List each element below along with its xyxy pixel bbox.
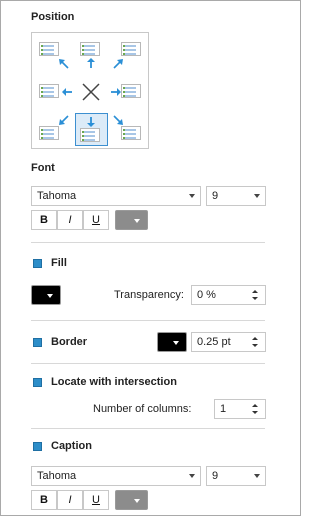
font-family-select[interactable]: Tahoma — [31, 186, 201, 206]
border-title: Border — [51, 336, 88, 348]
position-middle-left[interactable] — [39, 84, 59, 98]
position-title: Position — [31, 11, 75, 23]
font-bold-button[interactable]: B — [31, 210, 57, 230]
position-bottom-left[interactable] — [39, 126, 59, 140]
chevron-down-icon — [173, 341, 179, 345]
font-title: Font — [31, 162, 55, 174]
caption-font-size-select[interactable]: 9 — [206, 466, 266, 486]
caption-font-family-select[interactable]: Tahoma — [31, 466, 201, 486]
fill-title: Fill — [51, 257, 67, 269]
legend-settings-panel: Position Font Tahoma 9 B I U Fill Transp… — [0, 0, 301, 516]
position-top-left[interactable] — [39, 42, 59, 56]
arrow-left-icon — [62, 88, 72, 96]
chevron-down-icon — [189, 194, 195, 198]
position-grid — [31, 32, 149, 149]
caption-font-family-value: Tahoma — [37, 470, 77, 482]
chevron-down-icon — [254, 474, 260, 478]
font-underline-button[interactable]: U — [83, 210, 109, 230]
caption-bold-button[interactable]: B — [31, 490, 57, 510]
spin-up-icon[interactable] — [252, 337, 258, 340]
chevron-down-icon — [134, 499, 140, 503]
fill-checkbox[interactable] — [33, 259, 42, 268]
font-italic-button[interactable]: I — [57, 210, 83, 230]
caption-italic-button[interactable]: I — [57, 490, 83, 510]
chevron-down-icon — [47, 294, 53, 298]
fill-color-button[interactable] — [31, 285, 61, 305]
position-bottom-center[interactable] — [80, 128, 100, 142]
spin-down-icon[interactable] — [252, 411, 258, 414]
arrow-up-left-icon — [59, 59, 69, 69]
font-color-button[interactable] — [115, 210, 148, 230]
position-middle-right[interactable] — [121, 84, 141, 98]
caption-checkbox[interactable] — [33, 442, 42, 451]
divider — [31, 428, 265, 429]
border-width-spinner[interactable]: 0.25 pt — [191, 332, 266, 352]
caption-underline-button[interactable]: U — [83, 490, 109, 510]
spin-down-icon[interactable] — [252, 297, 258, 300]
transparency-label: Transparency: — [114, 289, 184, 301]
arrow-down-left-icon — [59, 115, 69, 125]
position-top-right[interactable] — [121, 42, 141, 56]
border-checkbox[interactable] — [33, 338, 42, 347]
arrow-down-right-icon — [113, 115, 123, 125]
position-top-center[interactable] — [80, 42, 100, 56]
caption-color-button[interactable] — [115, 490, 148, 510]
columns-value: 1 — [220, 403, 227, 415]
position-bottom-right[interactable] — [121, 126, 141, 140]
divider — [31, 320, 265, 321]
arrow-up-right-icon — [113, 59, 123, 69]
columns-label: Number of columns: — [93, 403, 192, 415]
caption-title: Caption — [51, 440, 92, 452]
caption-font-size-value: 9 — [212, 470, 219, 482]
locate-checkbox[interactable] — [33, 378, 42, 387]
font-family-value: Tahoma — [37, 190, 77, 202]
position-none-icon[interactable] — [81, 82, 101, 102]
divider — [31, 363, 265, 364]
locate-title: Locate with intersection — [51, 376, 177, 388]
spin-up-icon[interactable] — [252, 290, 258, 293]
chevron-down-icon — [254, 194, 260, 198]
chevron-down-icon — [134, 219, 140, 223]
arrow-down-icon — [87, 117, 95, 127]
font-size-value: 9 — [212, 190, 219, 202]
columns-spinner[interactable]: 1 — [214, 399, 266, 419]
chevron-down-icon — [189, 474, 195, 478]
divider — [31, 242, 265, 243]
arrow-up-icon — [87, 58, 95, 68]
font-size-select[interactable]: 9 — [206, 186, 266, 206]
spin-down-icon[interactable] — [252, 344, 258, 347]
transparency-value: 0 % — [197, 289, 216, 301]
border-width-value: 0.25 pt — [197, 336, 231, 348]
spin-up-icon[interactable] — [252, 404, 258, 407]
transparency-spinner[interactable]: 0 % — [191, 285, 266, 305]
border-color-button[interactable] — [157, 332, 187, 352]
arrow-right-icon — [111, 88, 121, 96]
